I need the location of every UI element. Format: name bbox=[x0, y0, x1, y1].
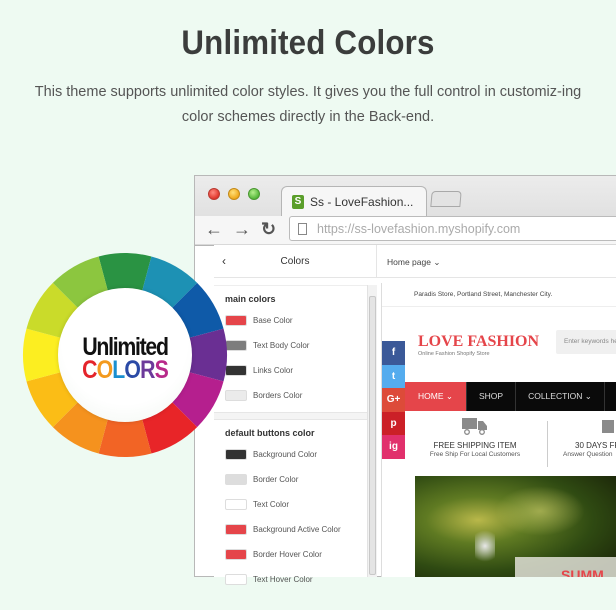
shopify-icon: S bbox=[292, 194, 304, 209]
browser-tab[interactable]: S Ss - LoveFashion... bbox=[281, 186, 427, 216]
color-setting-label: Text Color bbox=[253, 500, 290, 509]
color-setting-label: Text Hover Color bbox=[253, 575, 313, 584]
color-swatch[interactable] bbox=[225, 315, 247, 326]
color-setting-row[interactable]: Base Color bbox=[214, 308, 367, 333]
truck-icon bbox=[405, 417, 545, 435]
color-setting-label: Text Body Color bbox=[253, 341, 310, 350]
wheel-letter: O bbox=[96, 356, 114, 384]
new-tab-button[interactable] bbox=[430, 191, 462, 207]
color-setting-label: Background Color bbox=[253, 450, 318, 459]
section-divider bbox=[214, 412, 367, 420]
store-address: Paradis Store, Portland Street, Manchest… bbox=[382, 283, 616, 307]
color-setting-label: Base Color bbox=[253, 316, 293, 325]
wheel-center: Unlimited COLORS bbox=[58, 288, 192, 422]
instagram-icon[interactable]: ig bbox=[382, 435, 405, 459]
social-bar: f t G+ p ig bbox=[382, 341, 405, 459]
color-swatch[interactable] bbox=[225, 340, 247, 351]
panel-header: ‹ Colors bbox=[214, 245, 376, 278]
address-bar[interactable]: https://ss-lovefashion.myshopify.com bbox=[289, 216, 616, 241]
section-title: default buttons color bbox=[225, 428, 315, 438]
hero-banner[interactable]: SUMM bbox=[415, 476, 616, 577]
calendar-icon bbox=[555, 417, 616, 435]
feature-returns: 30 DAYS FR Answer Question bbox=[555, 417, 616, 458]
color-setting-row[interactable]: Border Color bbox=[214, 467, 367, 492]
forward-arrow-icon[interactable]: → bbox=[233, 219, 251, 240]
color-swatch[interactable] bbox=[225, 365, 247, 376]
scroll-thumb[interactable] bbox=[369, 296, 376, 575]
search-input[interactable]: Enter keywords here bbox=[556, 330, 616, 354]
feature-subtitle: Answer Question bbox=[563, 451, 613, 458]
menu-item-p[interactable]: P bbox=[605, 382, 616, 411]
back-arrow-icon[interactable]: ← bbox=[205, 219, 223, 240]
wheel-letter: S bbox=[154, 356, 169, 384]
color-setting-row[interactable]: Text Color bbox=[214, 492, 367, 517]
hero-caption: SUMM bbox=[515, 557, 616, 577]
features-row: FREE SHIPPING ITEM Free Ship For Local C… bbox=[405, 417, 616, 469]
section-title: main colors bbox=[225, 294, 276, 304]
color-swatch[interactable] bbox=[225, 390, 247, 401]
color-setting-row[interactable]: Background Active Color bbox=[214, 517, 367, 542]
color-setting-label: Links Color bbox=[253, 366, 294, 375]
facebook-icon[interactable]: f bbox=[382, 341, 405, 365]
url-text: https://ss-lovefashion.myshopify.com bbox=[317, 221, 521, 236]
pinterest-icon[interactable]: p bbox=[382, 411, 405, 435]
store-tagline: Online Fashion Shopify Store bbox=[418, 351, 490, 357]
color-swatch[interactable] bbox=[225, 549, 247, 560]
store-preview: Paradis Store, Portland Street, Manchest… bbox=[381, 283, 616, 577]
page-select-label: Home page bbox=[387, 257, 431, 267]
twitter-icon[interactable]: t bbox=[382, 364, 405, 388]
color-wheel-badge: Unlimited COLORS bbox=[22, 252, 228, 458]
chevron-down-icon: ⌄ bbox=[433, 257, 441, 267]
feature-title: 30 DAYS FR bbox=[575, 441, 616, 450]
maximize-window-button[interactable] bbox=[248, 188, 260, 200]
menu-item-shop[interactable]: SHOP bbox=[467, 382, 517, 411]
color-setting-label: Background Active Color bbox=[253, 525, 341, 534]
page-title: Unlimited Colors bbox=[181, 24, 435, 62]
preview-header: Home page ⌄ bbox=[376, 245, 616, 278]
page-select[interactable]: Home page ⌄ bbox=[387, 257, 440, 268]
main-menu: HOME ⌄SHOPCOLLECTION ⌄P bbox=[405, 382, 616, 411]
tab-title: Ss - LoveFashion... bbox=[310, 194, 414, 209]
wheel-letter: R bbox=[140, 356, 155, 384]
google-plus-icon[interactable]: G+ bbox=[382, 388, 405, 412]
minimize-window-button[interactable] bbox=[228, 188, 240, 200]
wheel-letter: C bbox=[82, 356, 97, 384]
panel-scrollbar[interactable] bbox=[367, 285, 377, 577]
wheel-letter: L bbox=[112, 356, 125, 384]
panel-title: Colors bbox=[280, 256, 310, 267]
feature-shipping: FREE SHIPPING ITEM Free Ship For Local C… bbox=[405, 417, 545, 458]
wheel-letter: O bbox=[124, 356, 141, 384]
close-window-button[interactable] bbox=[208, 188, 220, 200]
feature-subtitle: Free Ship For Local Customers bbox=[429, 451, 521, 458]
page-subtitle: This theme supports unlimited color styl… bbox=[34, 84, 582, 125]
color-swatch[interactable] bbox=[225, 574, 247, 585]
color-setting-row[interactable]: Borders Color bbox=[214, 383, 367, 408]
feature-title: FREE SHIPPING ITEM bbox=[433, 441, 517, 450]
color-setting-row[interactable]: Border Hover Color bbox=[214, 542, 367, 567]
color-setting-row[interactable]: Text Hover Color bbox=[214, 567, 367, 592]
wheel-text-colors: COLORS bbox=[68, 356, 182, 385]
feature-divider bbox=[547, 421, 548, 467]
store-logo[interactable]: LOVE FASHION bbox=[418, 333, 539, 351]
color-setting-label: Border Hover Color bbox=[253, 550, 322, 559]
color-swatch[interactable] bbox=[225, 499, 247, 510]
browser-chrome: S Ss - LoveFashion... ← → ↻ https://ss-l… bbox=[195, 176, 616, 246]
menu-item-home[interactable]: HOME ⌄ bbox=[405, 382, 467, 411]
color-setting-row[interactable]: Text Body Color bbox=[214, 333, 367, 358]
color-swatch[interactable] bbox=[225, 449, 247, 460]
page-icon bbox=[298, 222, 307, 235]
menu-item-collection[interactable]: COLLECTION ⌄ bbox=[516, 382, 605, 411]
reload-icon[interactable]: ↻ bbox=[261, 219, 276, 240]
hero-text: SUMM bbox=[561, 567, 604, 577]
color-setting-label: Borders Color bbox=[253, 391, 303, 400]
browser-navbar: ← → ↻ https://ss-lovefashion.myshopify.c… bbox=[195, 216, 616, 244]
color-setting-row[interactable]: Links Color bbox=[214, 358, 367, 383]
color-swatch[interactable] bbox=[225, 474, 247, 485]
color-setting-row[interactable]: Background Color bbox=[214, 442, 367, 467]
color-setting-label: Border Color bbox=[253, 475, 299, 484]
panel-body: main colors Base Color Text Body Color Link… bbox=[214, 285, 367, 585]
customizer-panel: ‹ Colors main colors Base Color Text Body … bbox=[214, 245, 377, 585]
color-swatch[interactable] bbox=[225, 524, 247, 535]
